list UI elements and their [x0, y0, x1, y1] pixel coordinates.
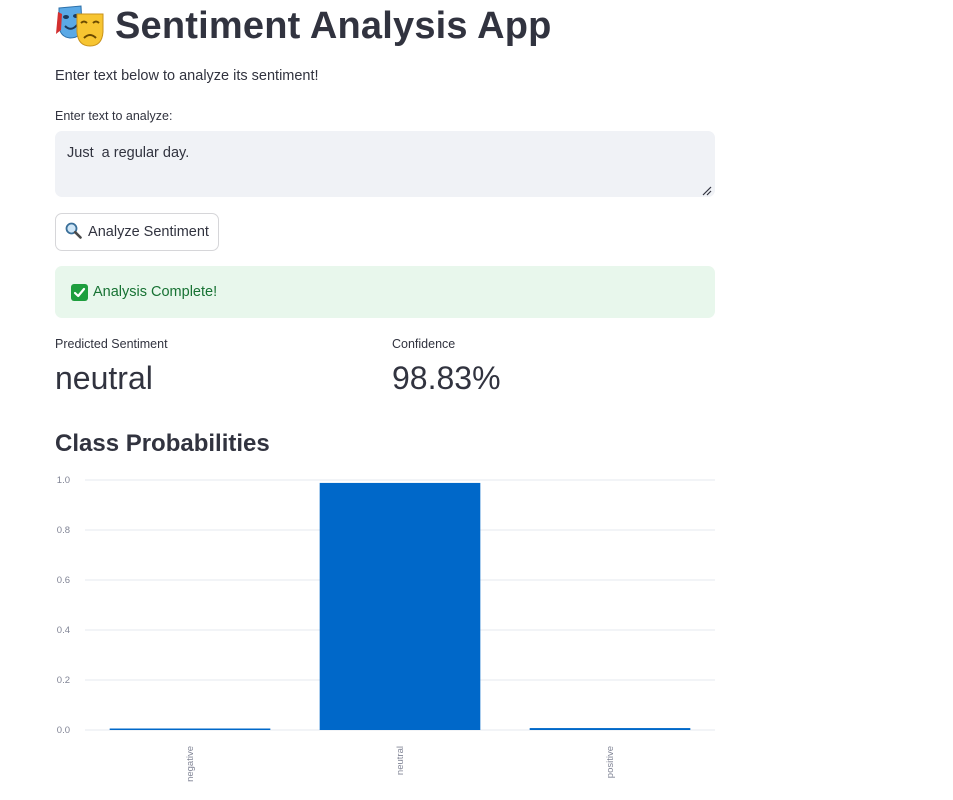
bar-neutral[interactable]: [319, 482, 481, 730]
y-tick-label: 0.6: [57, 575, 70, 586]
y-tick-label: 0.2: [57, 675, 70, 686]
text-input-area[interactable]: Just a regular day.: [55, 131, 715, 197]
class-probabilities-heading: Class Probabilities: [55, 430, 270, 457]
x-tick-label: negative: [185, 746, 196, 782]
y-tick-label: 0.4: [57, 625, 70, 636]
confidence-label: Confidence: [392, 337, 456, 351]
bar-negative[interactable]: [109, 728, 271, 731]
page-subtitle: Enter text below to analyze its sentimen…: [55, 68, 319, 84]
success-message: Analysis Complete!: [93, 284, 218, 300]
magnifier-icon: [65, 222, 82, 243]
resize-handle-icon[interactable]: [702, 184, 712, 196]
predicted-sentiment-label: Predicted Sentiment: [55, 337, 168, 351]
y-tick-label: 0.0: [57, 725, 70, 736]
text-input-value[interactable]: Just a regular day.: [67, 145, 189, 161]
y-tick-label: 1.0: [57, 475, 70, 486]
text-input-label: Enter text to analyze:: [55, 109, 173, 123]
app-page: Sentiment Analysis App Enter text below …: [0, 0, 953, 800]
page-title: Sentiment Analysis App: [115, 5, 552, 47]
predicted-sentiment-value: neutral: [55, 360, 153, 396]
class-probabilities-chart: 0.0 0.2 0.4 0.6 0.8 1.0 negative neutral positiv…: [40, 468, 730, 800]
chart-svg: 0.0 0.2 0.4 0.6 0.8 1.0 negative neutral positiv…: [57, 475, 715, 782]
checkmark-icon: [71, 283, 88, 301]
bar-positive[interactable]: [529, 728, 691, 730]
analyze-sentiment-button-label: Analyze Sentiment: [88, 224, 209, 240]
x-tick-label: positive: [605, 746, 616, 778]
title-row: Sentiment Analysis App: [55, 4, 552, 48]
success-alert: Analysis Complete!: [55, 266, 715, 318]
confidence-value: 98.83%: [392, 360, 501, 396]
x-tick-label: neutral: [395, 746, 406, 775]
y-tick-label: 0.8: [57, 525, 70, 536]
performing-arts-masks-icon: [55, 4, 107, 48]
analyze-sentiment-button[interactable]: Analyze Sentiment: [55, 213, 219, 251]
